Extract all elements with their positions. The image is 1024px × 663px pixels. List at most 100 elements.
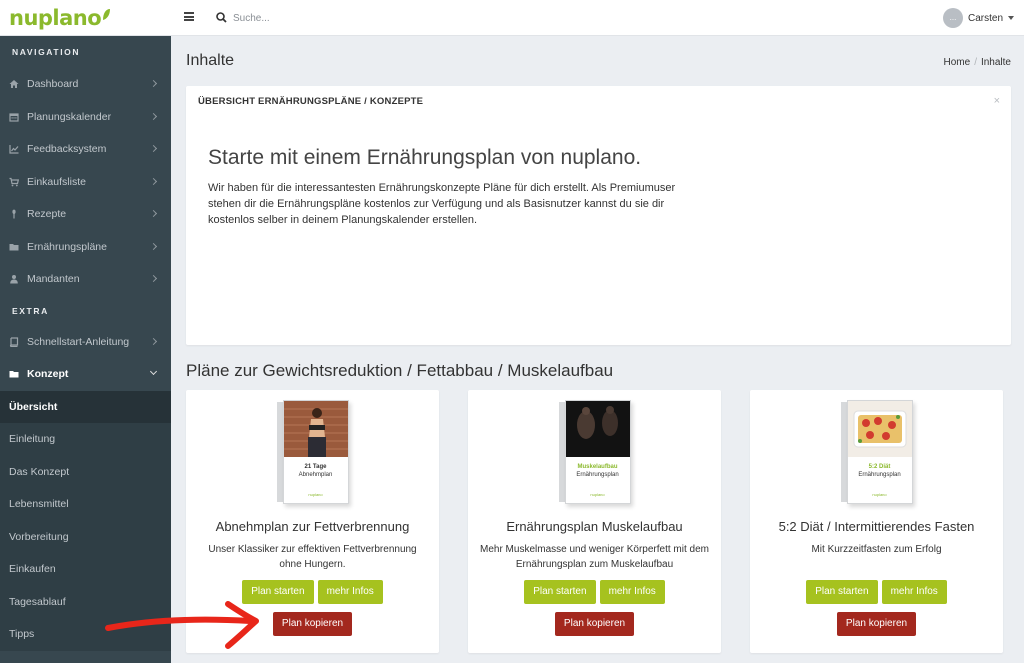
plan-copy-button[interactable]: Plan kopieren: [554, 612, 635, 636]
sidebar-subitem-tipps[interactable]: Tipps: [0, 618, 171, 651]
sidebar-subitem-einleitung[interactable]: Einleitung: [0, 423, 171, 456]
sidebar-item-label: Rezepte: [27, 208, 67, 221]
cover-subtitle: Ernährungsplan: [858, 472, 901, 478]
sidebar-subitem-lebensmittel[interactable]: Lebensmittel: [0, 488, 171, 521]
sidebar-item-einkaufsliste[interactable]: Einkaufsliste: [0, 166, 171, 199]
plan-start-button[interactable]: Plan starten: [242, 580, 314, 604]
plan-description: Mit Kurzzeitfasten zum Erfolg: [811, 544, 942, 555]
sidebar: NAVIGATION Dashboard Planungskalender Fe…: [0, 36, 171, 663]
cover-photo: [847, 401, 912, 457]
sidebar-item-label: Planungskalender: [27, 110, 112, 123]
sidebar-item-label: Einkaufsliste: [27, 175, 86, 188]
plan-cover-image: Muskelaufbau Ernährungsplan nuplano: [558, 400, 631, 508]
sidebar-subitem-uebersicht[interactable]: Übersicht: [0, 390, 171, 423]
cover-subtitle: Ernährungsplan: [576, 472, 619, 478]
breadcrumb-home[interactable]: Home: [944, 57, 971, 68]
chevron-down-icon: [149, 367, 158, 376]
chevron-down-icon: [1008, 16, 1014, 20]
plan-cover-image: 5:2 Diät Ernährungsplan nuplano: [840, 400, 913, 508]
plan-copy-button[interactable]: Plan kopieren: [836, 612, 917, 636]
user-menu[interactable]: ... Carsten: [942, 8, 1014, 28]
cover-photo: [565, 401, 630, 457]
sidebar-subitem-einkaufen[interactable]: Einkaufen: [0, 553, 171, 586]
cover-subtitle: Abnehmplan: [298, 472, 333, 478]
plan-description: Mehr Muskelmasse und weniger Körperfett …: [480, 544, 709, 570]
breadcrumb: Home / Inhalte: [944, 57, 1012, 68]
logo-text: nuplano: [9, 6, 102, 30]
sidebar-item-dashboard[interactable]: Dashboard: [0, 68, 171, 101]
sidebar-section-extra: EXTRA: [12, 305, 49, 316]
sidebar-item-label: Konzept: [27, 368, 69, 381]
more-info-button[interactable]: mehr Infos: [317, 580, 383, 604]
sidebar-subitem-tagesablauf[interactable]: Tagesablauf: [0, 585, 171, 618]
chevron-right-icon: [149, 209, 158, 218]
plans-section-title: Pläne zur Gewichtsreduktion / Fettabbau …: [186, 361, 614, 380]
sidebar-item-feedbacksystem[interactable]: Feedbacksystem: [0, 133, 171, 166]
plan-card-abnehmplan: 21 Tage Abnehmplan nuplano Abnehmplan zu…: [186, 390, 439, 653]
leaf-icon: [103, 8, 111, 20]
intro-card-header: ÜBERSICHT ERNÄHRUNGSPLÄNE / KONZEPTE: [198, 96, 424, 107]
cover-title: 21 Tage: [304, 464, 327, 470]
close-icon[interactable]: ×: [994, 95, 1000, 107]
intro-text: Wir haben für die interessantesten Ernäh…: [208, 182, 676, 226]
cover-brand: nuplano: [872, 492, 887, 497]
plan-title: Ernährungsplan Muskelaufbau: [506, 519, 683, 534]
chevron-right-icon: [149, 144, 158, 153]
calendar-icon: [9, 112, 19, 122]
plan-description: Unser Klassiker zur effektiven Fettverbr…: [208, 544, 417, 570]
breadcrumb-current: Inhalte: [980, 57, 1011, 68]
avatar: ...: [942, 8, 963, 28]
sidebar-item-label: Mandanten: [27, 273, 80, 286]
page-title: Inhalte: [186, 52, 235, 69]
sidebar-item-label: Ernährungspläne: [27, 240, 107, 253]
more-info-button[interactable]: mehr Infos: [599, 580, 665, 604]
more-info-button[interactable]: mehr Infos: [881, 580, 947, 604]
spoon-icon: [9, 209, 19, 219]
plan-start-button[interactable]: Plan starten: [524, 580, 596, 604]
intro-card: ÜBERSICHT ERNÄHRUNGSPLÄNE / KONZEPTE × S…: [186, 86, 1011, 345]
cover-brand: nuplano: [590, 492, 605, 497]
plan-card-muskelaufbau: Muskelaufbau Ernährungsplan nuplano Ernä…: [468, 390, 721, 653]
sidebar-item-rezepte[interactable]: Rezepte: [0, 198, 171, 231]
plan-cover-image: 21 Tage Abnehmplan nuplano: [276, 400, 349, 508]
menu-toggle-icon[interactable]: [184, 12, 194, 21]
plan-title: 5:2 Diät / Intermittierendes Fasten: [778, 519, 975, 534]
cover-brand: nuplano: [308, 492, 323, 497]
sidebar-subitem-vorbereitung[interactable]: Vorbereitung: [0, 520, 171, 553]
user-name: Carsten: [967, 12, 1003, 24]
sidebar-subitem-das-konzept[interactable]: Das Konzept: [0, 455, 171, 488]
chevron-right-icon: [149, 274, 158, 283]
user-icon: [9, 274, 19, 284]
breadcrumb-separator: /: [974, 57, 977, 68]
top-bar: nuplano ... Carsten: [0, 0, 1024, 36]
cart-icon: [9, 177, 19, 187]
sidebar-section-navigation: NAVIGATION: [12, 47, 81, 57]
plan-copy-button[interactable]: Plan kopieren: [272, 612, 353, 636]
intro-title: Starte mit einem Ernährungsplan von nupl…: [208, 146, 642, 169]
book-icon: [9, 337, 19, 347]
search-input[interactable]: [233, 8, 533, 28]
plan-title: Abnehmplan zur Fettverbrennung: [215, 519, 410, 534]
chevron-right-icon: [149, 337, 158, 345]
chart-icon: [9, 144, 19, 154]
folder-icon: [9, 242, 19, 252]
folder-open-icon: [9, 369, 19, 379]
sidebar-item-konzept[interactable]: Konzept: [0, 358, 171, 391]
chevron-right-icon: [149, 112, 158, 120]
sidebar-item-ernaehrungsplaene[interactable]: Ernährungspläne: [0, 231, 171, 264]
cover-photo: [283, 401, 348, 457]
sidebar-item-label: Dashboard: [27, 78, 79, 91]
plan-card-5-2-diaet: 5:2 Diät Ernährungsplan nuplano 5:2 Diät…: [750, 390, 1003, 653]
plan-start-button[interactable]: Plan starten: [806, 580, 878, 604]
sidebar-item-label: Schnellstart-Anleitung: [27, 335, 130, 348]
sidebar-item-mandanten[interactable]: Mandanten: [0, 263, 171, 296]
search-icon: [216, 12, 227, 23]
chevron-right-icon: [149, 242, 158, 250]
logo[interactable]: nuplano: [0, 0, 171, 36]
cover-title: Muskelaufbau: [577, 464, 618, 470]
sidebar-item-schnellstart[interactable]: Schnellstart-Anleitung: [0, 326, 171, 359]
sidebar-item-planungskalender[interactable]: Planungskalender: [0, 101, 171, 134]
chevron-right-icon: [149, 79, 158, 88]
home-icon: [9, 79, 19, 89]
sidebar-item-label: Feedbacksystem: [27, 143, 107, 156]
